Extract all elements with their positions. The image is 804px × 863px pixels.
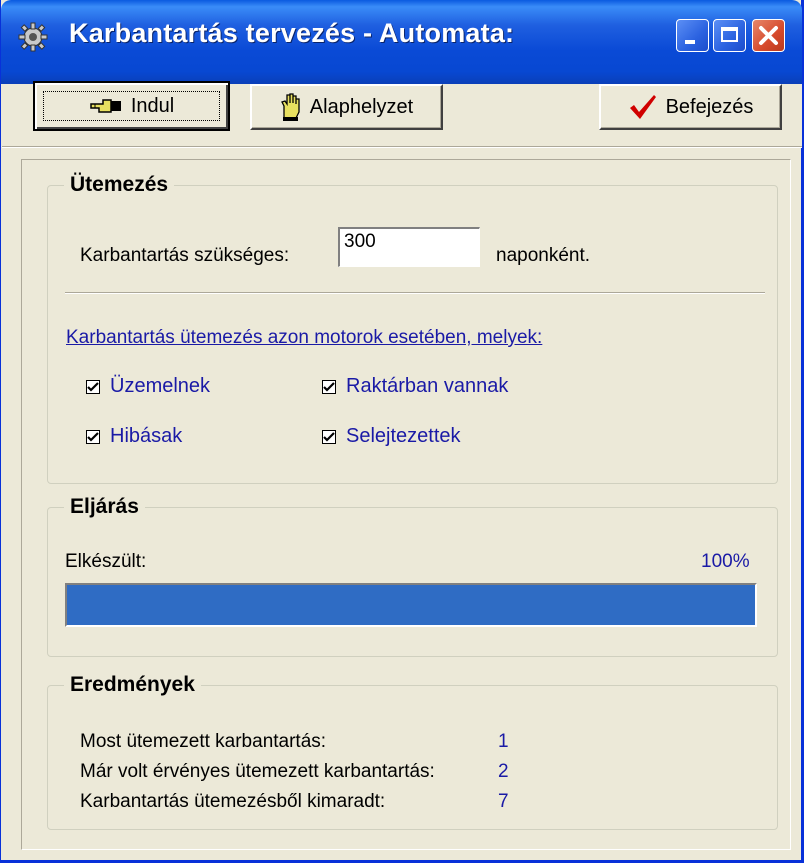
utemezes-legend: Ütemezés — [64, 173, 175, 197]
progress-fill — [67, 585, 755, 625]
eredmenyek-legend: Eredmények — [64, 673, 201, 697]
maximize-icon — [721, 27, 738, 42]
minimize-button[interactable] — [676, 19, 709, 52]
checkbox-box[interactable] — [86, 379, 100, 394]
toolbar: Indul Alaphelyzet Befejezés — [2, 81, 802, 146]
check-icon — [323, 431, 335, 442]
checkbox-raktarban[interactable]: Raktárban vannak — [322, 375, 508, 398]
checkbox-box[interactable] — [86, 429, 100, 444]
indul-button[interactable]: Indul — [33, 81, 230, 131]
progress-bar — [65, 583, 757, 627]
check-icon — [323, 381, 335, 392]
result-value: 1 — [498, 731, 509, 752]
befejezes-label: Befejezés — [665, 95, 754, 118]
checkmark-icon — [629, 95, 656, 119]
eljaras-group: Eljárás — [47, 495, 778, 657]
checkbox-label: Hibásak — [110, 425, 183, 447]
title-bar[interactable]: Karbantartás tervezés - Automata: — [1, 0, 802, 84]
window-title: Karbantartás tervezés - Automata: — [69, 18, 515, 48]
checkbox-label: Üzemelnek — [110, 375, 211, 397]
result-value: 2 — [498, 761, 509, 782]
interval-input[interactable]: 300 — [338, 227, 480, 267]
progress-label: Elkészült: — [65, 551, 147, 572]
alaphelyzet-label: Alaphelyzet — [309, 95, 414, 118]
alaphelyzet-button[interactable]: Alaphelyzet — [250, 84, 443, 130]
karbantartas-label: Karbantartás szükséges: — [80, 245, 290, 266]
result-label: Most ütemezett karbantartás: — [80, 731, 327, 752]
motor-filter-heading: Karbantartás ütemezés azon motorok eseté… — [66, 327, 543, 348]
close-button[interactable] — [752, 19, 785, 52]
checkbox-hibasak[interactable]: Hibásak — [86, 425, 182, 448]
checkbox-label: Raktárban vannak — [346, 375, 509, 397]
minimize-icon — [685, 40, 695, 44]
checkbox-box[interactable] — [322, 429, 336, 444]
befejezes-button[interactable]: Befejezés — [599, 84, 782, 130]
checkbox-box[interactable] — [322, 379, 336, 394]
unit-label: naponként. — [496, 245, 591, 266]
focus-rectangle — [43, 91, 220, 121]
eljaras-legend: Eljárás — [64, 495, 145, 519]
checkbox-label: Selejtezettek — [346, 425, 461, 447]
result-label: Karbantartás ütemezésből kimaradt: — [80, 791, 386, 812]
result-value: 7 — [498, 791, 509, 812]
check-icon — [87, 381, 99, 392]
result-label: Már volt érvényes ütemezett karbantartás… — [80, 761, 435, 782]
hand-icon — [280, 93, 300, 121]
app-window: Karbantartás tervezés - Automata: Indul … — [0, 0, 804, 863]
check-icon — [87, 431, 99, 442]
close-icon — [759, 26, 778, 45]
progress-percent: 100% — [701, 551, 750, 572]
toolbar-separator — [2, 146, 802, 148]
maximize-button[interactable] — [713, 19, 746, 52]
checkbox-selejtezettek[interactable]: Selejtezettek — [322, 425, 461, 448]
checkbox-uzemelnek[interactable]: Üzemelnek — [86, 375, 210, 398]
gear-icon — [18, 22, 48, 52]
group-separator — [65, 292, 765, 294]
